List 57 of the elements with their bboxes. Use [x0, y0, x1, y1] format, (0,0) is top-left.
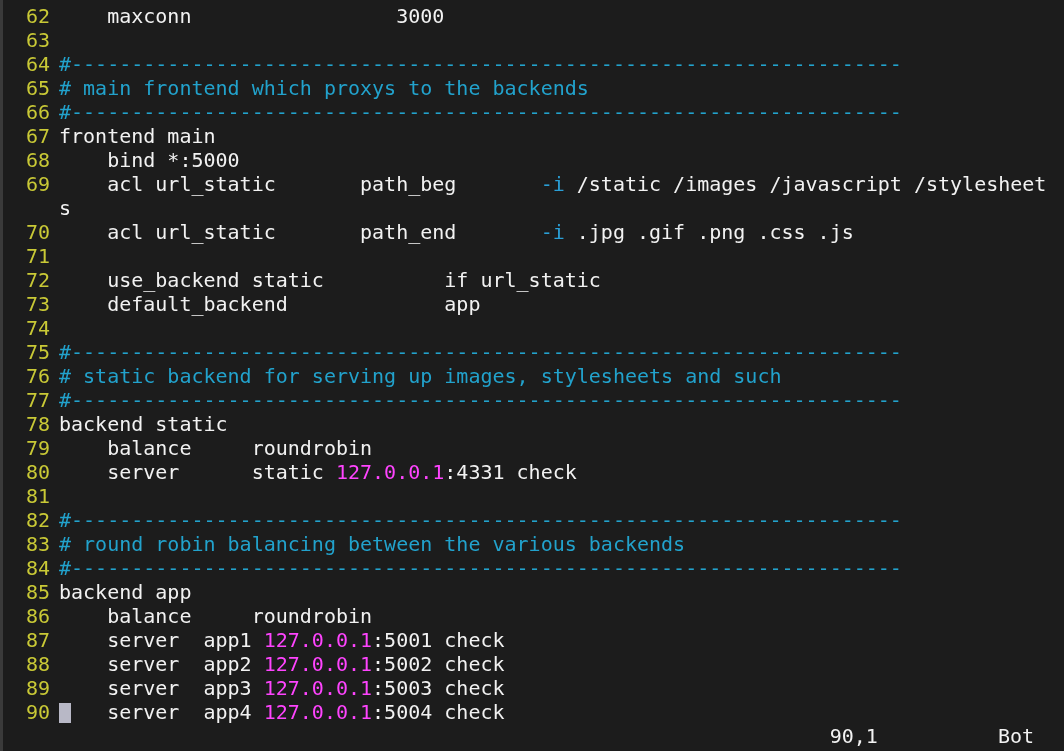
code-line: balance roundrobin [106, 604, 373, 628]
line-number: 79 [25, 436, 50, 460]
code-line: acl url_static path_end -i .jpg .gif .png .css .js [106, 220, 854, 244]
code-line: server app4 127.0.0.1:5004 check [106, 700, 505, 724]
code-line: server app3 127.0.0.1:5003 check [106, 676, 505, 700]
code-line: acl url_static path_beg -i /static /images /javascript /stylesheet [106, 172, 1047, 196]
code-line: #--------------------------------------------------------------------- [59, 340, 902, 364]
line-number: 71 [25, 244, 50, 268]
line-number: 80 [25, 460, 50, 484]
cursor-position: 90,1 [829, 724, 878, 748]
line-number: 65 [25, 76, 50, 100]
line-number: 68 [25, 148, 50, 172]
line-number: 81 [25, 484, 50, 508]
line-number: 83 [25, 532, 50, 556]
line-number: 67 [25, 124, 50, 148]
line-number: 74 [25, 316, 50, 340]
code-line: #--------------------------------------------------------------------- [59, 508, 902, 532]
line-number: 85 [25, 580, 50, 604]
code-line: default_backend app [106, 292, 481, 316]
code-line: #--------------------------------------------------------------------- [59, 388, 902, 412]
code-line: use_backend static if url_static [106, 268, 601, 292]
code-line: #--------------------------------------------------------------------- [59, 100, 902, 124]
scroll-position: Bot [997, 724, 1034, 748]
line-number: 90 [25, 700, 50, 724]
code-line: s [59, 196, 72, 220]
code-line: frontend main [59, 124, 216, 148]
code-line: backend app [59, 580, 192, 604]
line-number: 77 [25, 388, 50, 412]
code-line: backend static [59, 412, 228, 436]
code-line: balance roundrobin [106, 436, 373, 460]
code-line: maxconn 3000 [106, 4, 445, 28]
line-number: 70 [25, 220, 50, 244]
line-number: 89 [25, 676, 50, 700]
code-line: # main frontend which proxys to the backends [59, 76, 589, 100]
line-number: 73 [25, 292, 50, 316]
code-line: #--------------------------------------------------------------------- [59, 556, 902, 580]
line-number: 78 [25, 412, 50, 436]
line-number: 72 [25, 268, 50, 292]
code-line: # round robin balancing between the various backends [59, 532, 686, 556]
code-line: # static backend for serving up images, stylesheets and such [59, 364, 782, 388]
code-line: server static 127.0.0.1:4331 check [106, 460, 577, 484]
code-line: server app2 127.0.0.1:5002 check [106, 652, 505, 676]
line-number: 64 [25, 52, 50, 76]
line-number: 63 [25, 28, 50, 52]
code-line: bind *:5000 [106, 148, 240, 172]
line-number: 88 [25, 652, 50, 676]
line-number: 84 [25, 556, 50, 580]
line-number: 69 [25, 172, 50, 196]
code-line: server app1 127.0.0.1:5001 check [106, 628, 505, 652]
line-number: 62 [25, 4, 50, 28]
line-number: 75 [25, 340, 50, 364]
line-number: 76 [25, 364, 50, 388]
line-number: 82 [25, 508, 50, 532]
code-line: #--------------------------------------------------------------------- [59, 52, 902, 76]
line-number: 66 [25, 100, 50, 124]
line-number: 87 [25, 628, 50, 652]
line-number: 86 [25, 604, 50, 628]
